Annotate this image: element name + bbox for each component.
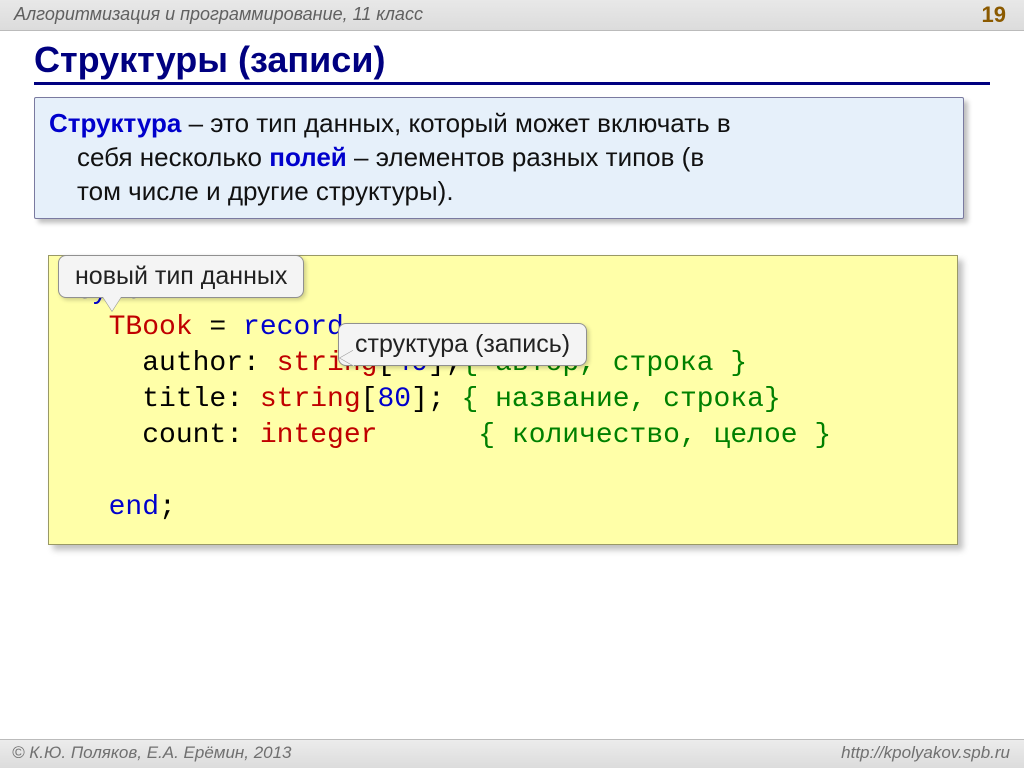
callout-record: структура (запись) bbox=[338, 323, 587, 366]
definition-line2: себя несколько полей – элементов разных … bbox=[49, 140, 949, 174]
page-number: 19 bbox=[982, 2, 1006, 28]
code-keyword-end: end bbox=[109, 492, 159, 523]
definition-term: Структура bbox=[49, 108, 181, 138]
code-comment-title: { название, строка} bbox=[462, 384, 781, 415]
footer-url: http://kpolyakov.spb.ru bbox=[841, 743, 1010, 763]
code-bracket4: ]; bbox=[411, 384, 461, 415]
code-end-indent bbox=[75, 492, 109, 523]
code-gap bbox=[377, 420, 478, 451]
code-eq: = bbox=[193, 312, 243, 343]
header-bar: Алгоритмизация и программирование, 11 кл… bbox=[0, 0, 1024, 31]
footer-copyright: © К.Ю. Поляков, Е.А. Ерёмин, 2013 bbox=[12, 743, 292, 763]
definition-fields: полей bbox=[269, 142, 347, 172]
definition-text-1: – это тип данных, который может включать… bbox=[181, 108, 730, 138]
code-typename: TBook bbox=[75, 312, 193, 343]
callout-newtype-tail bbox=[103, 297, 121, 311]
callout-record-tail bbox=[340, 350, 354, 366]
code-field-author: author: bbox=[75, 348, 277, 379]
code-num-80: 80 bbox=[377, 384, 411, 415]
definition-box: Структура – это тип данных, который може… bbox=[34, 97, 964, 219]
definition-text-2a: себя несколько bbox=[77, 142, 269, 172]
code-type-string2: string bbox=[260, 384, 361, 415]
code-field-count: count: bbox=[75, 420, 260, 451]
code-comment-count: { количество, целое } bbox=[478, 420, 831, 451]
code-type-integer: integer bbox=[260, 420, 378, 451]
slide: Алгоритмизация и программирование, 11 кл… bbox=[0, 0, 1024, 768]
code-end-semi: ; bbox=[159, 492, 176, 523]
callout-newtype: новый тип данных bbox=[58, 255, 304, 298]
code-keyword-record: record bbox=[243, 312, 344, 343]
course-title: Алгоритмизация и программирование, 11 кл… bbox=[14, 4, 423, 25]
definition-text-2b: – элементов разных типов (в bbox=[347, 142, 704, 172]
page-title: Структуры (записи) bbox=[34, 39, 990, 85]
code-block: type TBook = record author: string[40];{… bbox=[48, 255, 958, 545]
definition-line3: том числе и другие структуры). bbox=[49, 174, 949, 208]
code-field-title: title: bbox=[75, 384, 260, 415]
code-bracket3: [ bbox=[361, 384, 378, 415]
footer-bar: © К.Ю. Поляков, Е.А. Ерёмин, 2013 http:/… bbox=[0, 739, 1024, 768]
